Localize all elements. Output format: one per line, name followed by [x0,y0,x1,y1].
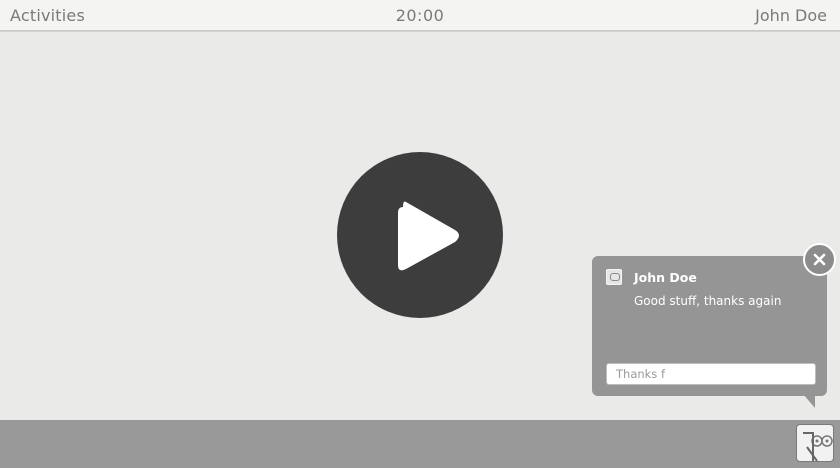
notification-pointer [803,394,815,408]
reply-input[interactable] [606,363,816,385]
tray-app-icon[interactable] [796,424,834,462]
close-notification-button[interactable] [803,243,836,276]
avatar-icon [606,269,622,285]
desktop-screen: Activities 20:00 John Doe John Doe Good … [0,0,840,468]
notification-message: Good stuff, thanks again [634,294,782,308]
user-menu[interactable]: John Doe [755,6,827,25]
clock[interactable]: 20:00 [0,6,840,25]
play-button[interactable] [337,152,503,318]
chat-app-icon [803,432,833,461]
notification-sender: John Doe [634,270,697,285]
close-icon [813,253,826,266]
top-panel: Activities 20:00 John Doe [0,0,840,31]
message-tray [0,420,840,468]
chat-notification: John Doe Good stuff, thanks again [592,256,827,408]
play-icon [398,201,459,271]
